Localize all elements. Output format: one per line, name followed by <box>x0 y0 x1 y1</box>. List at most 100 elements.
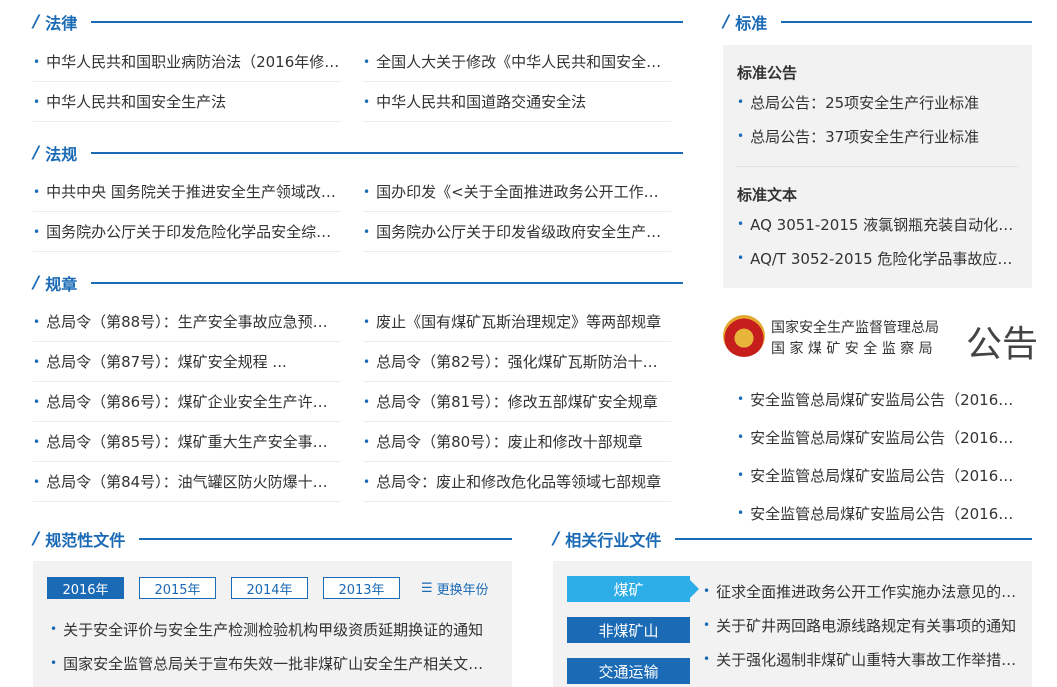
more-years-button[interactable]: ☰ 更换年份 <box>421 579 489 598</box>
regulation-item-2[interactable]: •国办印发《<关于全面推进政务公开工作>的意见》 <box>363 172 671 212</box>
bullet-icon: • <box>33 434 41 449</box>
standard-section-header: / 标准 <box>723 10 1032 34</box>
normative-item-1[interactable]: • 关于安全评价与安全生产检测检验机构甲级资质延期换证的通知 <box>50 612 490 646</box>
normative-section-title: 规范性文件 <box>45 531 126 550</box>
bullet-icon: • <box>703 584 711 598</box>
notice-org-line-2: 国 家 煤 矿 安 全 监 察 局 <box>771 341 933 357</box>
bullet-icon: • <box>33 354 41 369</box>
bullet-icon: • <box>737 95 745 109</box>
industry-item-3[interactable]: • 关于强化遏制非煤矿山重特大事故工作举措的通知 <box>703 642 1021 676</box>
bullet-icon: • <box>363 224 371 239</box>
bullet-icon: • <box>33 474 41 489</box>
rules-item-8[interactable]: • 总局令（第80号）：废止和修改十部规章 <box>363 422 671 462</box>
regulation-section-header: / 法规 <box>33 141 683 165</box>
notice-big-label: 公告 <box>966 324 1039 365</box>
industry-tab-noncoal[interactable]: 非煤矿山 <box>567 617 690 643</box>
slash-icon: / <box>33 12 40 32</box>
industry-tab-transport[interactable]: 交通运输 <box>567 658 690 684</box>
bullet-icon: • <box>363 314 371 329</box>
bullet-icon: • <box>737 468 745 482</box>
section-rule <box>781 21 1032 23</box>
bullet-icon: • <box>363 434 371 449</box>
bullet-icon: • <box>703 652 711 666</box>
industry-item-2[interactable]: • 关于矿井两回路电源线路规定有关事项的通知 <box>703 608 1021 642</box>
bullet-icon: • <box>363 474 371 489</box>
normative-section-header: / 规范性文件 <box>33 527 512 551</box>
section-rule <box>91 21 683 23</box>
law-item-2[interactable]: •全国人大关于修改《中华人民共和国安全生产法》的决定 <box>363 42 671 82</box>
law-section-title: 法律 <box>45 14 78 33</box>
standard-divider <box>737 166 1018 167</box>
rules-item-4[interactable]: • 总局令（第82号）：强化煤矿瓦斯防治十条规定 <box>363 342 671 382</box>
bullet-icon: • <box>33 94 41 109</box>
rules-item-10[interactable]: • 总局令：废止和修改危化品等领域七部规章 <box>363 462 671 502</box>
notice-item-3[interactable]: •安全监管总局煤矿安监局公告（2016年第3号） <box>737 458 1027 492</box>
rules-section-header: / 规章 <box>33 271 683 295</box>
bullet-icon: • <box>737 430 745 444</box>
year-tab-2013[interactable]: 2013年 <box>323 577 400 599</box>
notice-org-line-1: 国家安全生产监督管理总局 <box>771 320 939 336</box>
rules-item-2[interactable]: • 废止《国有煤矿瓦斯治理规定》等两部规章 <box>363 302 671 342</box>
industry-tab-coal[interactable]: 煤矿 <box>567 576 699 602</box>
rules-item-1[interactable]: •总局令（第88号）：生产安全事故应急预案管理办法 <box>33 302 341 342</box>
bullet-icon: • <box>737 506 745 520</box>
rules-item-3[interactable]: • 总局令（第87号）：煤矿安全规程 ... <box>33 342 341 382</box>
industry-section-header: / 相关行业文件 <box>553 527 1032 551</box>
regulation-item-3[interactable]: •国务院办公厅关于印发危险化学品安全综合治理方案的通知 <box>33 212 341 252</box>
bullet-icon: • <box>703 618 711 632</box>
industry-item-1[interactable]: • 征求全面推进政务公开工作实施办法意见的通知 <box>703 574 1021 608</box>
rules-item-9[interactable]: • 总局令（第84号）：油气罐区防火防爆十条规定 <box>33 462 341 502</box>
bullet-icon: • <box>737 251 745 265</box>
bullet-icon: • <box>363 354 371 369</box>
rules-item-5[interactable]: •总局令（第86号）：煤矿企业安全生产许可证实施办法 <box>33 382 341 422</box>
law-section-header: / 法律 <box>33 10 683 34</box>
rules-item-7[interactable]: •总局令（第85号）：煤矿重大生产安全事故隐患判定标准 <box>33 422 341 462</box>
notice-item-1[interactable]: •安全监管总局煤矿安监局公告（2016年第1号） <box>737 382 1027 416</box>
notice-item-2[interactable]: •安全监管总局煤矿安监局公告（2016年第2号） <box>737 420 1027 454</box>
section-rule <box>139 538 512 540</box>
regulation-item-1[interactable]: •中共中央 国务院关于推进安全生产领域改革发展的意见 <box>33 172 341 212</box>
section-rule <box>91 152 683 154</box>
bullet-icon: • <box>33 394 41 409</box>
year-tab-2016[interactable]: 2016年 <box>47 577 124 599</box>
law-item-1[interactable]: • 中华人民共和国职业病防治法（2016年修正） <box>33 42 341 82</box>
bullet-icon: • <box>363 184 371 199</box>
regulation-item-4[interactable]: •国务院办公厅关于印发省级政府安全生产工作考核办法的通知 <box>363 212 671 252</box>
bullet-icon: • <box>363 394 371 409</box>
law-item-4[interactable]: • 中华人民共和国道路交通安全法 <box>363 82 671 122</box>
list-icon: ☰ <box>421 581 433 596</box>
regulation-section-title: 法规 <box>45 145 78 164</box>
bullet-icon: • <box>50 622 58 636</box>
notice-item-4[interactable]: •安全监管总局煤矿安监局公告（2016年第4号） <box>737 496 1027 530</box>
law-item-3[interactable]: • 中华人民共和国安全生产法 <box>33 82 341 122</box>
bullet-icon: • <box>33 184 41 199</box>
year-tab-2015[interactable]: 2015年 <box>139 577 216 599</box>
bullet-icon: • <box>33 224 41 239</box>
bullet-icon: • <box>737 217 745 231</box>
slash-icon: / <box>33 143 40 163</box>
bullet-icon: • <box>363 94 371 109</box>
slash-icon: / <box>33 273 40 293</box>
section-rule <box>675 538 1032 540</box>
bullet-icon: • <box>737 129 745 143</box>
standard-text-title: 标准文本 <box>737 186 798 204</box>
bullet-icon: • <box>50 656 58 670</box>
rules-section-title: 规章 <box>45 275 78 294</box>
standard-notice-title: 标准公告 <box>737 64 798 82</box>
standard-text-item-1[interactable]: •AQ 3051-2015 液氯钢瓶充装自动化控制系统 <box>737 208 1017 240</box>
bullet-icon: • <box>33 314 41 329</box>
bullet-icon: • <box>737 392 745 406</box>
standard-notice-item-1[interactable]: • 总局公告：25项安全生产行业标准 <box>737 86 1017 118</box>
normative-item-2[interactable]: • 国家安全监管总局关于宣布失效一批非煤矿山安全生产相关文件的通知 <box>50 646 490 680</box>
standard-text-item-2[interactable]: • AQ/T 3052-2015 危险化学品事故应急救援 <box>737 242 1017 274</box>
standard-notice-item-2[interactable]: • 总局公告：37项安全生产行业标准 <box>737 120 1017 152</box>
bullet-icon: • <box>33 54 41 69</box>
year-tab-2014[interactable]: 2014年 <box>231 577 308 599</box>
standard-section-title: 标准 <box>735 14 768 33</box>
slash-icon: / <box>33 529 40 549</box>
national-emblem-icon <box>723 315 765 357</box>
slash-icon: / <box>553 529 560 549</box>
slash-icon: / <box>723 12 730 32</box>
bullet-icon: • <box>363 54 371 69</box>
rules-item-6[interactable]: • 总局令（第81号）：修改五部煤矿安全规章 <box>363 382 671 422</box>
